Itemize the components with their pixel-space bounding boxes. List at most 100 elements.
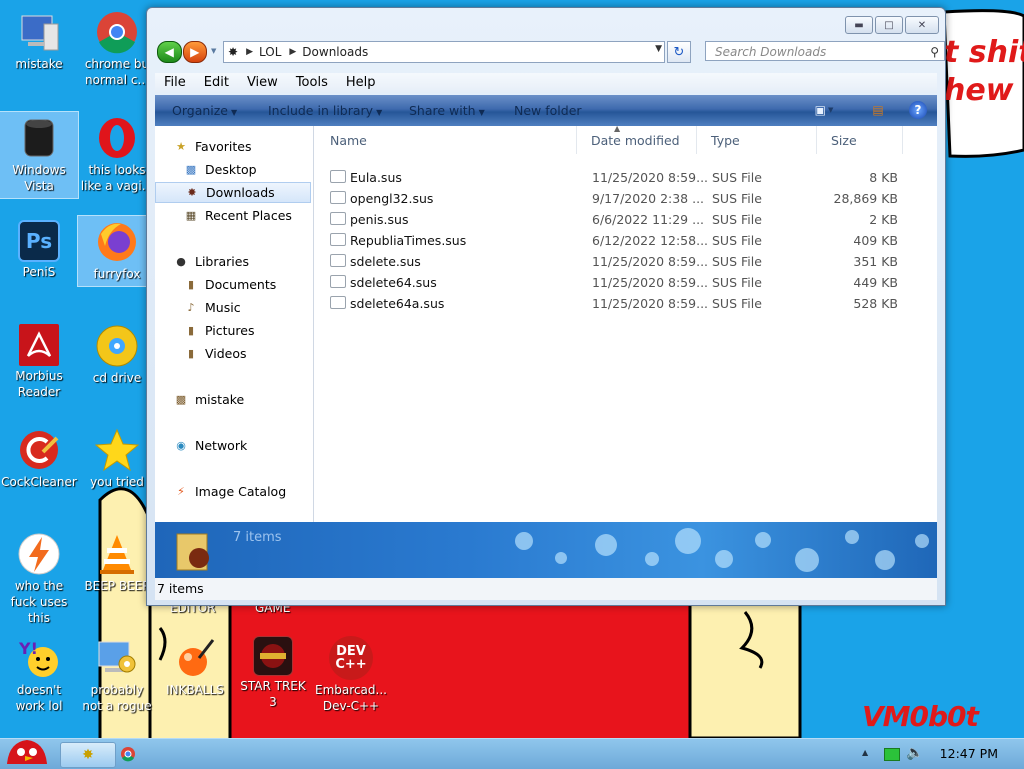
file-row[interactable]: sdelete64.sus 11/25/2020 8:59... SUS Fil… [330,272,920,293]
menu-help[interactable]: Help [337,73,385,93]
help-button[interactable]: ? [909,101,927,119]
downloads-icon: ✸ [187,186,197,199]
chrome-icon [121,747,135,762]
nav-libraries[interactable]: ● Libraries [155,251,329,272]
minimize-button[interactable]: ▬ [845,16,873,34]
desktop-icon-windows-vista[interactable]: Windows Vista [0,111,79,199]
volume-icon[interactable]: 🔈 [906,745,923,761]
recent-pages-chevron-icon[interactable]: ▼ [211,47,216,55]
menu-tools[interactable]: Tools [287,73,337,93]
search-icon[interactable]: ⚲ [930,42,939,62]
include-in-library-button[interactable]: Include in library ▼ [268,103,382,118]
computer-gears-icon [95,636,139,680]
lightning-icon: ⚡ [177,485,185,498]
nav-network[interactable]: ◉ Network [155,435,329,456]
preview-pane-icon: ▤ [872,103,884,117]
file-row[interactable]: Eula.sus 11/25/2020 8:59... SUS File 8 K… [330,167,920,188]
nav-image-catalog[interactable]: ⚡ Image Catalog [155,481,329,502]
column-header-date-modified[interactable]: Date modified [577,126,697,154]
firefox-icon [95,220,139,264]
start-button[interactable] [2,733,50,769]
nav-homegroup[interactable]: ▩ mistake [155,389,329,410]
maximize-button[interactable]: □ [875,16,903,34]
yahoo-messenger-icon: Y! [17,636,61,680]
column-header-size[interactable]: Size [817,126,903,154]
nav-recent-places[interactable]: ▦ Recent Places [155,205,339,226]
nav-videos[interactable]: ▮ Videos [155,343,339,364]
refresh-icon: ↻ [673,44,685,60]
breadcrumb-separator-icon: ▶ [289,47,297,57]
taskbar-explorer-button[interactable]: ✸ [60,742,116,768]
photoshop-icon: Ps [18,220,60,262]
desktop-icon-you-tried[interactable]: you tried [78,424,156,490]
desktop-icon-beep-beep[interactable]: BEEP BEEP [78,528,156,594]
star-icon: ★ [176,140,186,153]
forward-button[interactable]: ▶ [182,41,207,63]
column-header-type[interactable]: Type [697,126,817,154]
tray-expand-icon[interactable]: ▲ [862,748,868,757]
nav-desktop[interactable]: ▩ Desktop [155,159,339,180]
desktop-icon-furryfox[interactable]: furryfox [77,215,157,287]
ccleaner-icon [17,428,61,472]
desktop-icon-photoshop[interactable]: Ps PeniS [0,216,78,280]
chevron-down-icon[interactable]: ▼ [655,44,662,54]
file-row[interactable]: penis.sus 6/6/2022 11:29 ... SUS File 2 … [330,209,920,230]
navigation-row: ◀ ▶ ▼ ✸ ▶ LOL ▶ Downloads ▼ ↻ Search Dow… [157,41,945,65]
trash-bin-icon [17,116,61,160]
dev-cpp-icon: DEV C++ [329,636,373,680]
desktop-icon-mistake[interactable]: mistake [0,6,78,72]
file-icon [330,191,346,204]
nav-downloads[interactable]: ✸ Downloads [155,182,311,203]
file-row[interactable]: sdelete64a.sus 11/25/2020 8:59... SUS Fi… [330,293,920,314]
new-folder-button[interactable]: New folder [514,103,582,118]
file-icon [330,296,346,309]
nav-documents[interactable]: ▮ Documents [155,274,339,295]
nav-favorites[interactable]: ★ Favorites [155,136,329,157]
music-icon: ♪ [187,301,195,314]
file-row[interactable]: opengl32.sus 9/17/2020 2:38 ... SUS File… [330,188,920,209]
desktop-icon-cd-drive[interactable]: cd drive [78,320,156,386]
refresh-button[interactable]: ↻ [667,41,691,63]
lightning-icon [17,532,61,576]
taskbar-chrome-button[interactable] [116,742,140,766]
menu-view[interactable]: View [238,73,287,93]
preview-pane-button[interactable]: ▤ [869,102,887,118]
organize-button[interactable]: Organize ▼ [172,103,237,118]
desktop-icon-opera[interactable]: this looks like a vagi... [78,112,156,194]
folder-preview-icon [176,533,209,571]
menu-file[interactable]: File [155,73,195,93]
share-with-button[interactable]: Share with ▼ [409,103,485,118]
desktop-icon-chrome[interactable]: chrome bu normal c... [78,6,156,88]
desktop-icon-who-uses-this[interactable]: who the fuck uses this [0,528,78,626]
desktop-icon-yahoo[interactable]: Y! doesn't work lol [0,632,78,714]
navigation-pane: ★ Favorites ▩ Desktop ✸ Downloads ▦ Recent P… [155,126,314,522]
file-row[interactable]: RepubliaTimes.sus 6/12/2022 12:58... SUS… [330,230,920,251]
close-button[interactable]: ✕ [905,16,939,34]
file-icon [330,170,346,183]
search-input[interactable]: Search Downloads ⚲ [705,41,945,61]
column-header-name[interactable]: Name [314,126,577,154]
clock[interactable]: 12:47 PM [940,746,998,761]
back-button[interactable]: ◀ [157,41,182,63]
nav-music[interactable]: ♪ Music [155,297,339,318]
address-bar[interactable]: ✸ ▶ LOL ▶ Downloads ▼ [223,41,665,63]
desktop-icon-inkballs[interactable]: INKBALLS [156,632,234,698]
nav-buttons: ◀ ▶ [157,41,207,63]
network-status-icon[interactable] [884,748,900,761]
desktop-icon-dev-cpp[interactable]: DEV C++ Embarcad... Dev-C++ [312,632,390,714]
explorer-window[interactable]: ▬ □ ✕ ◀ ▶ ▼ ✸ ▶ LOL ▶ Downloads ▼ ↻ Sear… [146,7,946,606]
nav-pictures[interactable]: ▮ Pictures [155,320,339,341]
file-row[interactable]: sdelete.sus 11/25/2020 8:59... SUS File … [330,251,920,272]
desktop-icon-morbius-reader[interactable]: Morbius Reader [0,320,78,400]
desktop-icon-rogue[interactable]: probably not a rogue [78,632,156,714]
pictures-icon: ▮ [187,324,195,337]
desktop-icon-star-trek[interactable]: STAR TREK 3 [234,632,312,710]
file-icon [330,275,346,288]
menu-edit[interactable]: Edit [195,73,238,93]
desktop-icon-cockcleaner[interactable]: CockCleaner [0,424,78,490]
breadcrumb-downloads[interactable]: Downloads [302,45,368,59]
breadcrumb-lol[interactable]: LOL [259,45,281,59]
documents-icon: ▮ [187,278,195,291]
change-view-button[interactable]: ▣ ▼ [815,102,834,118]
videos-icon: ▮ [187,347,195,360]
